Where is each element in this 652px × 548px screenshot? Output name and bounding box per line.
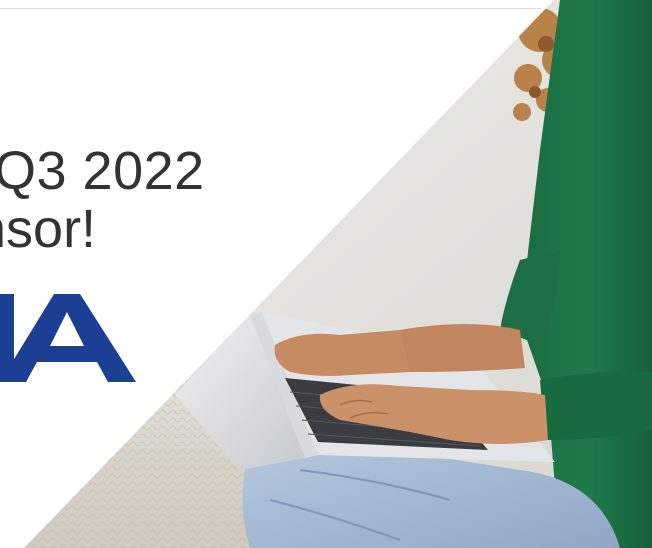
headline-quarter: Q3 2022 — [0, 141, 205, 201]
sponsor-slide: Q3 2022 nsor! — [0, 0, 652, 548]
laptop-photo — [20, 0, 652, 548]
headline-sponsor: nsor! — [0, 199, 97, 259]
sponsor-logo — [0, 294, 136, 382]
